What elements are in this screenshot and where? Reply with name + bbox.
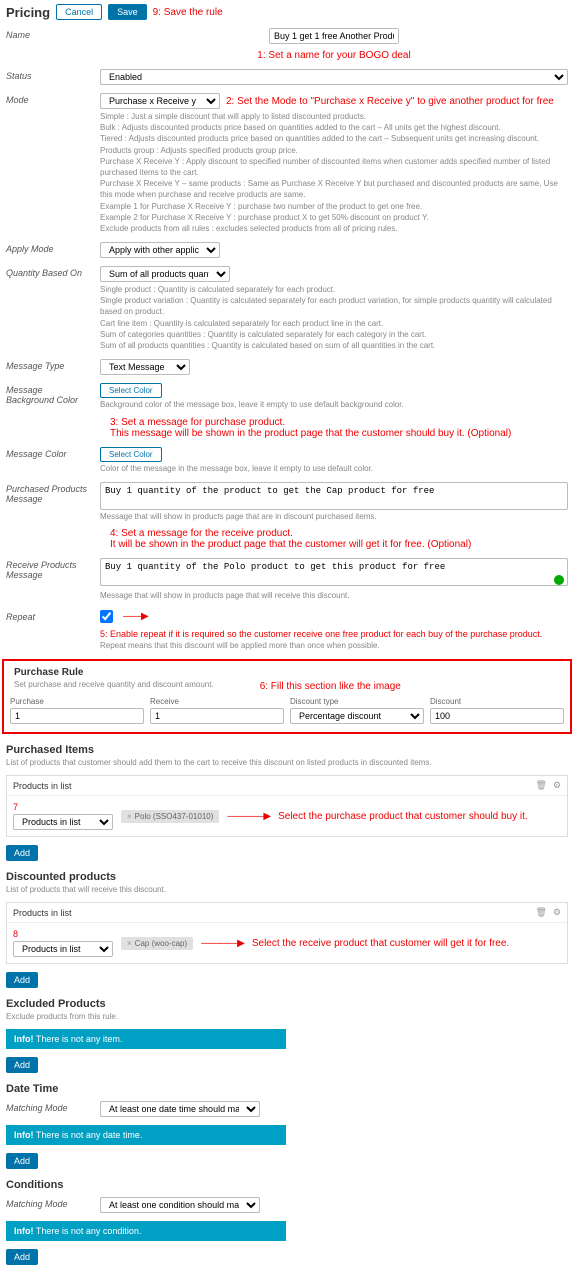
panel-label: Products in list: [13, 908, 72, 918]
add-datetime-button[interactable]: Add: [6, 1153, 38, 1169]
annotation-3: 3: Set a message for purchase product. T…: [110, 417, 511, 439]
datetime-mode-select[interactable]: At least one date time should match: [100, 1101, 260, 1117]
bg-color-help: Background color of the message box, lea…: [100, 400, 404, 410]
purchased-items-heading: Purchased Items: [0, 738, 574, 758]
save-button[interactable]: Save: [108, 4, 147, 20]
purchase-rule-section: Purchase Rule Set purchase and receive q…: [2, 659, 572, 734]
annotation-purchase-note: Select the purchase product that custome…: [278, 811, 528, 822]
add-discounted-button[interactable]: Add: [6, 972, 38, 988]
tag-remove-icon[interactable]: ×: [127, 812, 132, 821]
gear-icon[interactable]: ⚙: [553, 780, 561, 791]
add-condition-button[interactable]: Add: [6, 1249, 38, 1265]
bg-color-label: Message Background Color: [6, 383, 92, 405]
receive-msg-help: Message that will show in products page …: [100, 591, 568, 601]
msg-color-help: Color of the message in the message box,…: [100, 464, 568, 474]
annotation-receive-note: Select the receive product that customer…: [252, 938, 509, 949]
name-input[interactable]: [269, 28, 399, 44]
purchased-items-sub: List of products that customer should ad…: [0, 758, 574, 771]
annotation-5: 5: Enable repeat if it is required so th…: [100, 629, 542, 639]
gear-icon[interactable]: ⚙: [553, 907, 561, 918]
status-select[interactable]: Enabled: [100, 69, 568, 85]
mode-help: Simple : Just a simple discount that wil…: [100, 111, 568, 234]
col-receive-label: Receive: [150, 697, 284, 706]
excluded-sub: Exclude products from this rule.: [0, 1012, 574, 1025]
apply-mode-label: Apply Mode: [6, 242, 92, 254]
repeat-checkbox[interactable]: [100, 610, 113, 623]
product-tag[interactable]: ×Polo (SSO437-01010): [121, 810, 219, 823]
add-purchased-button[interactable]: Add: [6, 845, 38, 861]
name-label: Name: [6, 28, 92, 40]
arrow-icon: ——▶: [123, 611, 148, 622]
discounted-panel: Products in list 🗑 ⚙ 8 Products in list …: [6, 902, 568, 964]
arrow-icon: ————▶: [227, 811, 270, 822]
annotation-9: 9: Save the rule: [153, 7, 223, 18]
discount-input[interactable]: [430, 708, 564, 724]
panel-label: Products in list: [13, 781, 72, 791]
annotation-1: 1: Set a name for your BOGO deal: [257, 50, 410, 61]
excluded-info: Info! There is not any item.: [6, 1029, 286, 1049]
mode-label: Mode: [6, 93, 92, 105]
apply-mode-select[interactable]: Apply with other applicable rules: [100, 242, 220, 258]
purchase-rule-title: Purchase Rule: [8, 665, 566, 680]
repeat-help: Repeat means that this discount will be …: [100, 641, 568, 651]
discount-type-select[interactable]: Percentage discount: [290, 708, 424, 724]
purchased-msg-input[interactable]: Buy 1 quantity of the product to get the…: [100, 482, 568, 510]
arrow-icon: ————▶: [201, 938, 244, 949]
col-discount-label: Discount: [430, 697, 564, 706]
status-label: Status: [6, 69, 92, 81]
excluded-heading: Excluded Products: [0, 992, 574, 1012]
qty-select[interactable]: Sum of all products quantities: [100, 266, 230, 282]
qty-help: Single product : Quantity is calculated …: [100, 284, 568, 351]
purchase-rule-sub: Set purchase and receive quantity and di…: [8, 680, 220, 693]
datetime-info: Info! There is not any date time.: [6, 1125, 286, 1145]
receive-msg-label: Receive Products Message: [6, 558, 92, 580]
annotation-7: 7: [13, 802, 113, 812]
repeat-label: Repeat: [6, 610, 92, 622]
page-title: Pricing: [6, 5, 50, 20]
datetime-heading: Date Time: [0, 1077, 574, 1097]
datetime-mode-label: Matching Mode: [6, 1101, 92, 1113]
annotation-2: 2: Set the Mode to "Purchase x Receive y…: [226, 96, 554, 107]
conditions-mode-select[interactable]: At least one condition should match: [100, 1197, 260, 1213]
annotation-4: 4: Set a message for the receive product…: [110, 528, 471, 550]
add-excluded-button[interactable]: Add: [6, 1057, 38, 1073]
receive-msg-input[interactable]: Buy 1 quantity of the Polo product to ge…: [100, 558, 568, 586]
trash-icon[interactable]: 🗑: [535, 780, 546, 791]
msg-type-select[interactable]: Text Message: [100, 359, 190, 375]
trash-icon[interactable]: 🗑: [535, 907, 546, 918]
receive-qty-input[interactable]: [150, 708, 284, 724]
annotation-8: 8: [13, 929, 113, 939]
purchased-msg-help: Message that will show in products page …: [100, 512, 377, 522]
mode-select[interactable]: Purchase x Receive y: [100, 93, 220, 109]
col-type-label: Discount type: [290, 697, 424, 706]
msg-type-label: Message Type: [6, 359, 92, 371]
msg-color-label: Message Color: [6, 447, 92, 459]
qty-label: Quantity Based On: [6, 266, 92, 278]
discounted-heading: Discounted products: [0, 865, 574, 885]
conditions-info: Info! There is not any condition.: [6, 1221, 286, 1241]
tag-remove-icon[interactable]: ×: [127, 939, 132, 948]
discounted-filter-select[interactable]: Products in list: [13, 941, 113, 957]
purchase-qty-input[interactable]: [10, 708, 144, 724]
purchased-items-panel: Products in list 🗑 ⚙ 7 Products in list …: [6, 775, 568, 837]
purchased-msg-label: Purchased Products Message: [6, 482, 92, 504]
purchased-filter-select[interactable]: Products in list: [13, 814, 113, 830]
annotation-6: 6: Fill this section like the image: [260, 681, 401, 692]
col-purchase-label: Purchase: [10, 697, 144, 706]
bg-color-button[interactable]: Select Color: [100, 383, 162, 398]
product-tag[interactable]: ×Cap (woo-cap): [121, 937, 193, 950]
conditions-mode-label: Matching Mode: [6, 1197, 92, 1209]
conditions-heading: Conditions: [0, 1173, 574, 1193]
cancel-button[interactable]: Cancel: [56, 4, 102, 20]
discounted-sub: List of products that will receive this …: [0, 885, 574, 898]
msg-color-button[interactable]: Select Color: [100, 447, 162, 462]
